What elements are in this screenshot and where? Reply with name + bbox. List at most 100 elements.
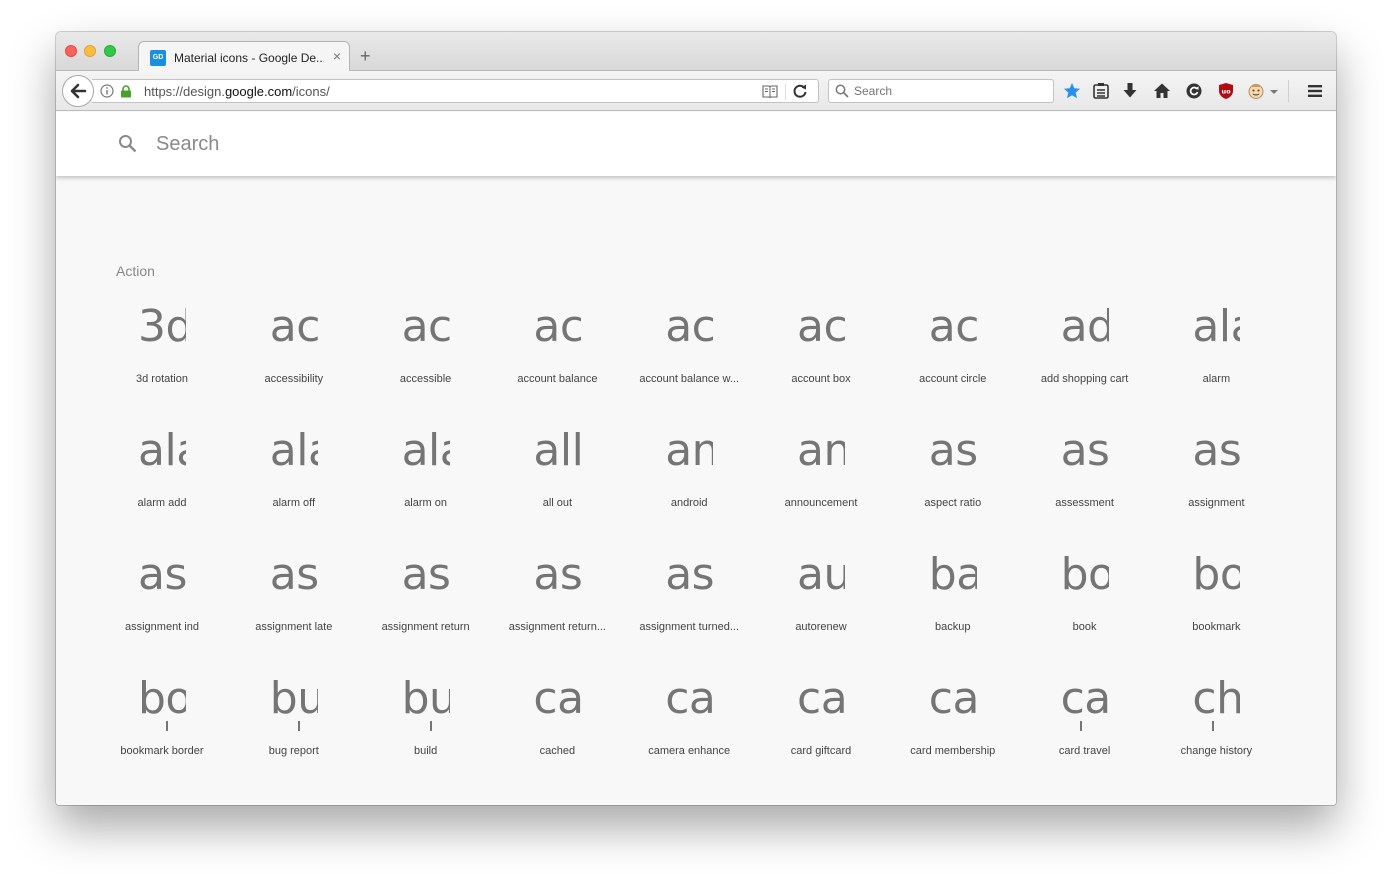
icon-glyph-text: ac — [401, 301, 450, 352]
icon-tile[interactable]: ad add shopping cart — [1019, 295, 1151, 419]
icon-label: assignment return... — [508, 621, 606, 633]
icon-tile[interactable]: an announcement — [755, 419, 887, 543]
icon-search-bar — [56, 112, 1336, 176]
icon-tile[interactable]: ca camera enhance — [623, 667, 755, 791]
icon-glyph: an — [755, 419, 887, 483]
icon-glyph: an — [623, 419, 755, 483]
icon-glyph: ala — [228, 419, 360, 483]
section-title: Action — [116, 263, 155, 279]
icon-tile[interactable]: 3d 3d rotation — [96, 295, 228, 419]
url-text[interactable]: https://design.google.com/icons/ — [144, 84, 330, 99]
browser-search-input[interactable] — [854, 83, 1049, 99]
icon-glyph-text: as — [138, 549, 186, 600]
icon-tile[interactable]: ch change history — [1150, 667, 1282, 791]
history-sync-icon[interactable] — [1185, 82, 1203, 100]
icon-tile[interactable]: ca card giftcard — [755, 667, 887, 791]
icon-label: cached — [539, 745, 576, 757]
home-icon[interactable] — [1153, 82, 1171, 100]
icon-glyph: bo — [96, 667, 228, 731]
icon-search-input[interactable] — [156, 130, 756, 158]
icon-tile[interactable]: an android — [623, 419, 755, 543]
icon-glyph-text: ca — [928, 673, 977, 724]
browser-tab[interactable]: GD Material icons - Google De... × — [138, 41, 350, 72]
icon-glyph-text: an — [797, 425, 845, 476]
icon-tile[interactable]: as assignment late — [228, 543, 360, 667]
icon-tile[interactable]: bo book — [1019, 543, 1151, 667]
icon-label: account circle — [919, 373, 987, 385]
icon-tile[interactable]: as aspect ratio — [887, 419, 1019, 543]
icon-label: assignment turned... — [639, 621, 740, 633]
extension-face-icon[interactable] — [1247, 82, 1265, 100]
icon-glyph: as — [1019, 419, 1151, 483]
icon-glyph-text: ala — [138, 425, 186, 476]
icon-glyph-text: 3d — [138, 301, 186, 352]
icon-label: change history — [1180, 745, 1253, 757]
icon-glyph: ac — [360, 295, 492, 359]
icon-glyph: ala — [360, 419, 492, 483]
window-zoom-button[interactable] — [104, 45, 116, 57]
reader-view-icon[interactable] — [762, 85, 778, 98]
search-icon — [119, 135, 137, 153]
info-icon[interactable] — [100, 84, 114, 98]
icon-tile[interactable]: ala alarm — [1150, 295, 1282, 419]
icon-tile[interactable]: as assignment return — [360, 543, 492, 667]
reload-icon[interactable] — [792, 83, 808, 99]
icon-glyph-text: ca — [665, 673, 714, 724]
icon-label: aspect ratio — [924, 497, 982, 509]
lock-icon[interactable] — [120, 85, 132, 98]
icon-tile[interactable]: ac account balance w... — [623, 295, 755, 419]
icon-tile[interactable]: bo bookmark — [1150, 543, 1282, 667]
tab-strip: GD Material icons - Google De... × + — [56, 32, 1336, 72]
icon-label: alarm off — [272, 497, 316, 509]
icon-tile[interactable]: ala alarm add — [96, 419, 228, 543]
icon-tile[interactable]: bu bug report — [228, 667, 360, 791]
icon-tile[interactable]: ca card travel — [1019, 667, 1151, 791]
icon-tile[interactable]: ac account balance — [491, 295, 623, 419]
hamburger-menu-icon[interactable] — [1306, 82, 1324, 100]
icon-tile[interactable]: ac account circle — [887, 295, 1019, 419]
icon-tile[interactable]: as assignment return... — [491, 543, 623, 667]
icon-tile[interactable]: ac accessible — [360, 295, 492, 419]
download-icon[interactable] — [1121, 82, 1139, 100]
partial-icon-glyph — [298, 721, 300, 731]
icon-tile[interactable]: ac accessibility — [228, 295, 360, 419]
dropdown-arrow-icon[interactable] — [1269, 82, 1279, 100]
icon-tile[interactable]: as assignment turned... — [623, 543, 755, 667]
icon-tile[interactable]: ca card membership — [887, 667, 1019, 791]
navigation-toolbar: https://design.google.com/icons/ Search … — [56, 71, 1336, 111]
icon-tile[interactable]: bu build — [360, 667, 492, 791]
icon-tile[interactable]: as assignment — [1150, 419, 1282, 543]
back-button[interactable] — [62, 75, 94, 107]
icon-tile[interactable]: bo bookmark border — [96, 667, 228, 791]
icon-tile[interactable]: as assignment ind — [96, 543, 228, 667]
icon-tile[interactable]: ala alarm on — [360, 419, 492, 543]
icon-glyph: ba — [887, 543, 1019, 607]
partial-icon-glyph — [430, 721, 432, 731]
icon-tile[interactable]: ac account box — [755, 295, 887, 419]
icon-glyph: bu — [360, 667, 492, 731]
icon-tile[interactable]: all all out — [491, 419, 623, 543]
tab-title: Material icons - Google De... — [174, 51, 324, 65]
icon-label: account balance w... — [639, 373, 740, 385]
partial-icon-glyph — [1212, 721, 1214, 731]
icon-glyph: as — [228, 543, 360, 607]
icon-glyph-text: bo — [1060, 549, 1109, 600]
window-minimize-button[interactable] — [84, 45, 96, 57]
url-bar[interactable]: https://design.google.com/icons/ — [92, 79, 819, 103]
icon-tile[interactable]: ala alarm off — [228, 419, 360, 543]
browser-search-bar[interactable] — [828, 79, 1054, 103]
icon-tile[interactable]: as assessment — [1019, 419, 1151, 543]
window-close-button[interactable] — [65, 45, 77, 57]
icon-glyph: as — [491, 543, 623, 607]
icon-tile[interactable]: ca cached — [491, 667, 623, 791]
bookmarks-menu-icon[interactable] — [1092, 82, 1110, 100]
icon-tile[interactable]: ba backup — [887, 543, 1019, 667]
ublock-icon[interactable]: uo — [1217, 82, 1235, 100]
new-tab-button[interactable]: + — [360, 47, 371, 65]
partial-icon-glyph — [166, 721, 168, 731]
icon-glyph: bo — [1150, 543, 1282, 607]
icon-tile[interactable]: au autorenew — [755, 543, 887, 667]
icon-glyph: ala — [96, 419, 228, 483]
tab-close-icon[interactable]: × — [333, 48, 341, 64]
bookmark-star-icon[interactable] — [1063, 82, 1081, 100]
